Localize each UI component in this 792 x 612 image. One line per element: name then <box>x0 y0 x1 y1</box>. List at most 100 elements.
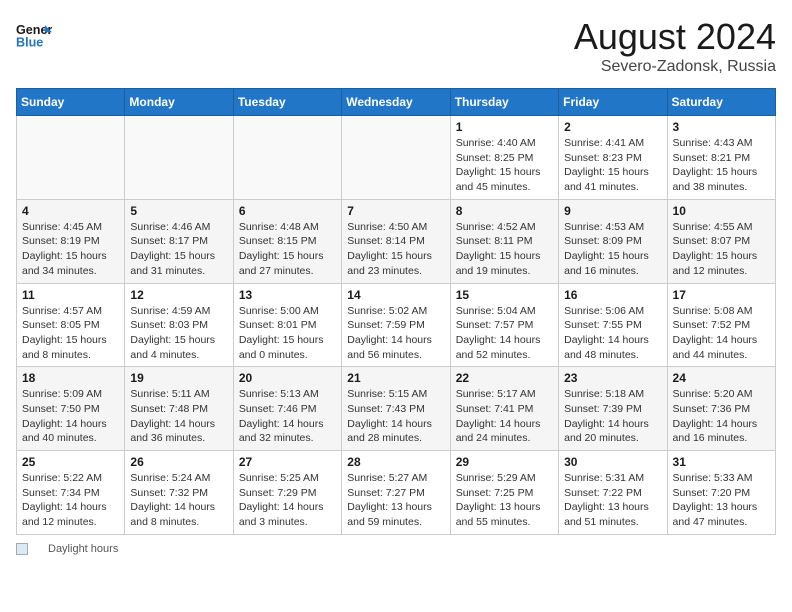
day-number: 7 <box>347 204 444 218</box>
day-number: 30 <box>564 455 661 469</box>
calendar-cell: 14 Sunrise: 5:02 AM Sunset: 7:59 PM Dayli… <box>342 283 450 367</box>
day-number: 6 <box>239 204 336 218</box>
calendar-day-header: Sunday <box>17 89 125 116</box>
calendar-cell: 10Sunrise: 4:55 AM Sunset: 8:07 PM Dayli… <box>667 199 775 283</box>
calendar-day-header: Wednesday <box>342 89 450 116</box>
calendar-cell: 27Sunrise: 5:25 AM Sunset: 7:29 PM Dayli… <box>233 451 341 535</box>
day-info: Sunrise: 4:50 AM Sunset: 8:14 PM Dayligh… <box>347 220 444 279</box>
day-number: 5 <box>130 204 227 218</box>
day-number: 15 <box>456 288 553 302</box>
logo: General Blue <box>16 16 56 52</box>
day-info: Sunrise: 5:11 AM Sunset: 7:48 PM Dayligh… <box>130 387 227 446</box>
calendar-cell: 17 Sunrise: 5:08 AM Sunset: 7:52 PM Dayli… <box>667 283 775 367</box>
day-number: 14 <box>347 288 444 302</box>
calendar-footer: Daylight hours <box>16 543 776 555</box>
day-info: Sunrise: 5:02 AM Sunset: 7:59 PM Dayligh… <box>347 304 444 363</box>
day-info: Sunrise: 5:24 AM Sunset: 7:32 PM Dayligh… <box>130 471 227 530</box>
calendar-week-row: 1Sunrise: 4:40 AM Sunset: 8:25 PM Daylig… <box>17 116 776 200</box>
day-number: 24 <box>673 371 770 385</box>
calendar-table: SundayMondayTuesdayWednesdayThursdayFrid… <box>16 88 776 535</box>
calendar-day-header: Thursday <box>450 89 558 116</box>
calendar-cell: 4 Sunrise: 4:45 AM Sunset: 8:19 PM Daylig… <box>17 199 125 283</box>
day-info: Sunrise: 5:22 AM Sunset: 7:34 PM Dayligh… <box>22 471 119 530</box>
calendar-cell: 28 Sunrise: 5:27 AM Sunset: 7:27 PM Dayli… <box>342 451 450 535</box>
day-number: 10 <box>673 204 770 218</box>
day-number: 13 <box>239 288 336 302</box>
calendar-day-header: Tuesday <box>233 89 341 116</box>
day-info: Sunrise: 4:57 AM Sunset: 8:05 PM Dayligh… <box>22 304 119 363</box>
day-number: 25 <box>22 455 119 469</box>
daylight-box <box>16 543 28 555</box>
calendar-cell: 1Sunrise: 4:40 AM Sunset: 8:25 PM Daylig… <box>450 116 558 200</box>
day-number: 4 <box>22 204 119 218</box>
day-number: 18 <box>22 371 119 385</box>
day-info: Sunrise: 5:27 AM Sunset: 7:27 PM Dayligh… <box>347 471 444 530</box>
calendar-day-header: Saturday <box>667 89 775 116</box>
calendar-cell: 11 Sunrise: 4:57 AM Sunset: 8:05 PM Dayli… <box>17 283 125 367</box>
day-info: Sunrise: 5:15 AM Sunset: 7:43 PM Dayligh… <box>347 387 444 446</box>
calendar-cell <box>233 116 341 200</box>
day-number: 2 <box>564 120 661 134</box>
day-info: Sunrise: 5:00 AM Sunset: 8:01 PM Dayligh… <box>239 304 336 363</box>
calendar-cell: 31Sunrise: 5:33 AM Sunset: 7:20 PM Dayli… <box>667 451 775 535</box>
calendar-cell: 29 Sunrise: 5:29 AM Sunset: 7:25 PM Dayli… <box>450 451 558 535</box>
calendar-cell: 18 Sunrise: 5:09 AM Sunset: 7:50 PM Dayli… <box>17 367 125 451</box>
day-info: Sunrise: 4:53 AM Sunset: 8:09 PM Dayligh… <box>564 220 661 279</box>
page-header: General Blue August 2024 Severo-Zadonsk,… <box>16 16 776 76</box>
calendar-cell: 13 Sunrise: 5:00 AM Sunset: 8:01 PM Dayli… <box>233 283 341 367</box>
daylight-label: Daylight hours <box>48 543 118 555</box>
calendar-day-header: Friday <box>559 89 667 116</box>
day-number: 11 <box>22 288 119 302</box>
calendar-cell: 8Sunrise: 4:52 AM Sunset: 8:11 PM Daylig… <box>450 199 558 283</box>
day-info: Sunrise: 4:45 AM Sunset: 8:19 PM Dayligh… <box>22 220 119 279</box>
calendar-cell: 3Sunrise: 4:43 AM Sunset: 8:21 PM Daylig… <box>667 116 775 200</box>
day-number: 12 <box>130 288 227 302</box>
day-info: Sunrise: 5:31 AM Sunset: 7:22 PM Dayligh… <box>564 471 661 530</box>
calendar-cell: 6Sunrise: 4:48 AM Sunset: 8:15 PM Daylig… <box>233 199 341 283</box>
day-number: 28 <box>347 455 444 469</box>
calendar-cell: 15 Sunrise: 5:04 AM Sunset: 7:57 PM Dayli… <box>450 283 558 367</box>
day-info: Sunrise: 5:13 AM Sunset: 7:46 PM Dayligh… <box>239 387 336 446</box>
day-info: Sunrise: 5:09 AM Sunset: 7:50 PM Dayligh… <box>22 387 119 446</box>
logo-icon: General Blue <box>16 16 52 52</box>
calendar-cell: 5Sunrise: 4:46 AM Sunset: 8:17 PM Daylig… <box>125 199 233 283</box>
calendar-cell: 23Sunrise: 5:18 AM Sunset: 7:39 PM Dayli… <box>559 367 667 451</box>
day-info: Sunrise: 5:33 AM Sunset: 7:20 PM Dayligh… <box>673 471 770 530</box>
title-block: August 2024 Severo-Zadonsk, Russia <box>574 16 776 76</box>
calendar-cell <box>125 116 233 200</box>
day-number: 29 <box>456 455 553 469</box>
calendar-day-header: Monday <box>125 89 233 116</box>
calendar-cell: 21 Sunrise: 5:15 AM Sunset: 7:43 PM Dayli… <box>342 367 450 451</box>
calendar-cell: 16 Sunrise: 5:06 AM Sunset: 7:55 PM Dayli… <box>559 283 667 367</box>
day-info: Sunrise: 4:59 AM Sunset: 8:03 PM Dayligh… <box>130 304 227 363</box>
day-info: Sunrise: 4:43 AM Sunset: 8:21 PM Dayligh… <box>673 136 770 195</box>
calendar-cell: 7 Sunrise: 4:50 AM Sunset: 8:14 PM Daylig… <box>342 199 450 283</box>
day-number: 26 <box>130 455 227 469</box>
day-number: 1 <box>456 120 553 134</box>
calendar-week-row: 18 Sunrise: 5:09 AM Sunset: 7:50 PM Dayli… <box>17 367 776 451</box>
day-info: Sunrise: 5:20 AM Sunset: 7:36 PM Dayligh… <box>673 387 770 446</box>
day-number: 23 <box>564 371 661 385</box>
calendar-header-row: SundayMondayTuesdayWednesdayThursdayFrid… <box>17 89 776 116</box>
day-number: 21 <box>347 371 444 385</box>
day-number: 9 <box>564 204 661 218</box>
day-info: Sunrise: 5:08 AM Sunset: 7:52 PM Dayligh… <box>673 304 770 363</box>
calendar-week-row: 11 Sunrise: 4:57 AM Sunset: 8:05 PM Dayli… <box>17 283 776 367</box>
calendar-cell: 9 Sunrise: 4:53 AM Sunset: 8:09 PM Daylig… <box>559 199 667 283</box>
day-number: 20 <box>239 371 336 385</box>
day-number: 19 <box>130 371 227 385</box>
calendar-cell: 26 Sunrise: 5:24 AM Sunset: 7:32 PM Dayli… <box>125 451 233 535</box>
day-number: 22 <box>456 371 553 385</box>
calendar-cell: 2 Sunrise: 4:41 AM Sunset: 8:23 PM Daylig… <box>559 116 667 200</box>
calendar-cell <box>17 116 125 200</box>
day-number: 16 <box>564 288 661 302</box>
day-info: Sunrise: 5:29 AM Sunset: 7:25 PM Dayligh… <box>456 471 553 530</box>
calendar-cell: 20 Sunrise: 5:13 AM Sunset: 7:46 PM Dayli… <box>233 367 341 451</box>
calendar-cell: 19 Sunrise: 5:11 AM Sunset: 7:48 PM Dayli… <box>125 367 233 451</box>
calendar-cell: 24 Sunrise: 5:20 AM Sunset: 7:36 PM Dayli… <box>667 367 775 451</box>
day-number: 17 <box>673 288 770 302</box>
day-info: Sunrise: 5:06 AM Sunset: 7:55 PM Dayligh… <box>564 304 661 363</box>
calendar-week-row: 25 Sunrise: 5:22 AM Sunset: 7:34 PM Dayli… <box>17 451 776 535</box>
day-info: Sunrise: 5:04 AM Sunset: 7:57 PM Dayligh… <box>456 304 553 363</box>
day-info: Sunrise: 4:41 AM Sunset: 8:23 PM Dayligh… <box>564 136 661 195</box>
